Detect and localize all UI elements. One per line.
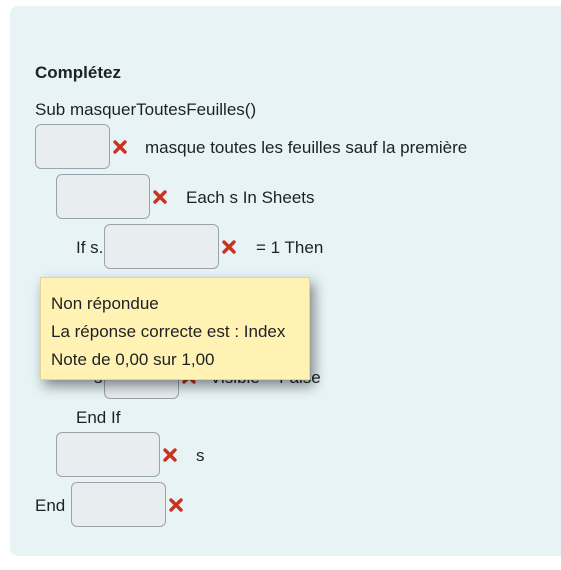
question-title: Complétez — [35, 63, 121, 82]
sub-header-line: Sub masquerToutesFeuilles() — [35, 100, 257, 119]
tooltip-correct-answer: La réponse correcte est : Index — [51, 322, 286, 341]
tooltip-status: Non répondue — [51, 294, 159, 313]
feedback-tooltip: Non répondue La réponse correcte est : I… — [40, 277, 310, 380]
line3-prefix: If s. — [76, 238, 104, 257]
line1-text: masque toutes les feuilles sauf la premi… — [145, 138, 468, 157]
incorrect-cross-icon — [113, 140, 127, 154]
answer-field-6[interactable] — [71, 482, 166, 527]
incorrect-cross-icon — [163, 448, 177, 462]
answer-field-5[interactable] — [56, 432, 160, 477]
tooltip-grade: Note de 0,00 sur 1,00 — [51, 350, 215, 369]
incorrect-cross-icon — [153, 190, 167, 204]
answer-field-3[interactable] — [104, 224, 219, 269]
line6-text: s — [196, 446, 205, 465]
line3-suffix: = 1 Then — [256, 238, 324, 257]
incorrect-cross-icon — [222, 240, 236, 254]
incorrect-cross-icon — [169, 498, 183, 512]
end-prefix: End — [35, 496, 66, 515]
answer-field-1[interactable] — [35, 124, 110, 169]
end-if-line: End If — [76, 408, 121, 427]
line2-text: Each s In Sheets — [186, 188, 315, 207]
answer-field-2[interactable] — [56, 174, 150, 219]
